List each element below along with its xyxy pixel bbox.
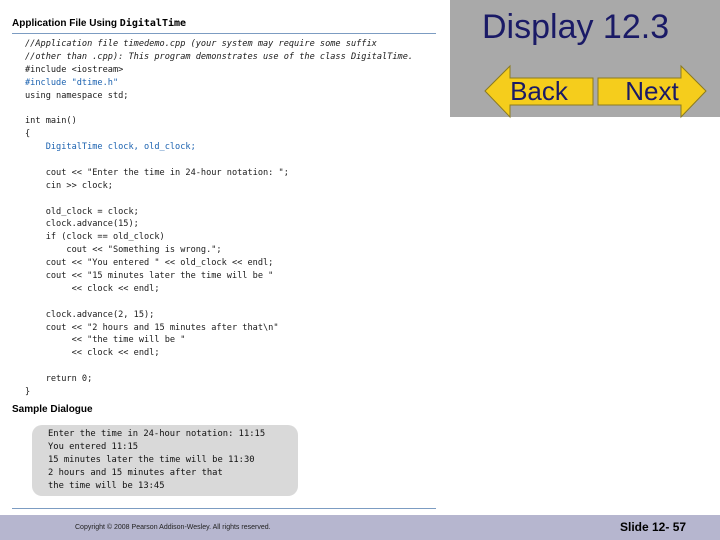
code-line: clock.advance(2, 15);: [25, 309, 155, 320]
code-line: << clock << endl;: [25, 283, 160, 294]
back-button[interactable]: Back: [483, 64, 595, 119]
dialogue-line: 2 hours and 15 minutes after that: [48, 468, 223, 478]
code-line: cout << "You entered " << old_clock << e…: [25, 258, 274, 269]
code-line: }: [25, 387, 31, 398]
sample-dialogue-box: Enter the time in 24-hour notation: 11:1…: [32, 425, 298, 496]
code-line: DigitalTime clock, old_clock;: [25, 142, 196, 153]
sample-dialogue-label: Sample Dialogue: [12, 404, 93, 415]
slide-title: Display 12.3: [482, 8, 670, 46]
copyright-text: Copyright © 2008 Pearson Addison-Wesley.…: [75, 524, 271, 531]
dialogue-line: You entered 11:15: [48, 442, 139, 452]
code-line: using namespace std;: [25, 90, 129, 101]
code-line: cout << "15 minutes later the time will …: [25, 271, 274, 282]
code-line: << "the time will be ": [25, 335, 186, 346]
document-header-text: Application File Using: [12, 18, 120, 29]
dialogue-line: Enter the time in 24-hour notation: 11:1…: [48, 429, 266, 439]
document-divider: [12, 508, 436, 509]
code-line: clock.advance(15);: [25, 219, 139, 230]
document-header: Application File Using DigitalTime: [12, 13, 436, 34]
code-line: int main(): [25, 116, 77, 127]
code-line: cin >> clock;: [25, 180, 113, 191]
dialogue-line: the time will be 13:45: [48, 481, 165, 491]
code-line: #include "dtime.h": [25, 77, 119, 88]
dialogue-line: 15 minutes later the time will be 11:30: [48, 455, 255, 465]
code-line: {: [25, 129, 31, 140]
document-header-class: DigitalTime: [119, 18, 187, 29]
next-button[interactable]: Next: [596, 64, 708, 119]
back-button-label: Back: [510, 76, 568, 106]
code-line: #include <iostream>: [25, 64, 124, 75]
code-line: old_clock = clock;: [25, 206, 139, 217]
next-button-label: Next: [625, 76, 679, 106]
code-line: cout << "Enter the time in 24-hour notat…: [25, 167, 289, 178]
code-line: if (clock == old_clock): [25, 232, 165, 243]
code-line: cout << "2 hours and 15 minutes after th…: [25, 322, 279, 333]
code-line: return 0;: [25, 374, 93, 385]
code-line: cout << "Something is wrong.";: [25, 245, 222, 256]
code-listing: //Application file timedemo.cpp (your sy…: [25, 38, 445, 399]
slide-number: Slide 12- 57: [620, 520, 687, 534]
code-line: //Application file timedemo.cpp (your sy…: [25, 39, 377, 49]
code-line: << clock << endl;: [25, 348, 160, 359]
code-line: //other than .cpp): This program demonst…: [25, 51, 414, 62]
